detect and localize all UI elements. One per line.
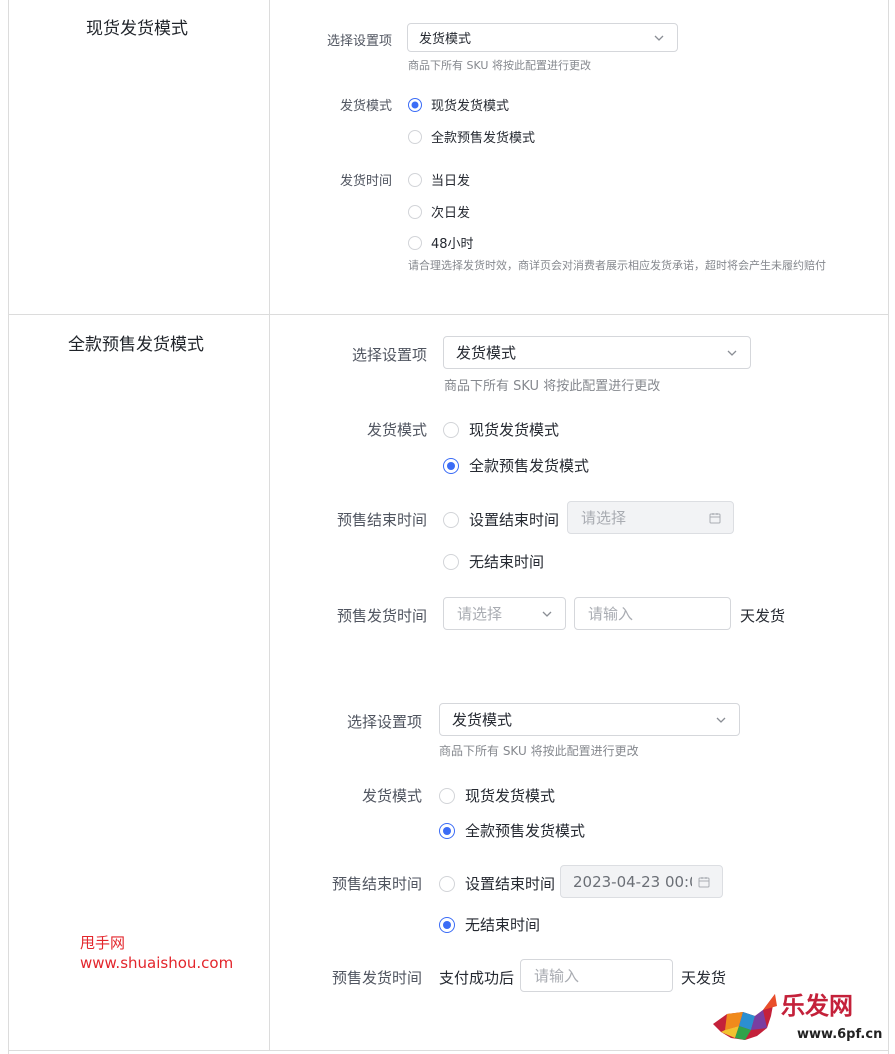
select-setting-label: 选择设置项: [326, 34, 392, 49]
watermark-url: www.shuaishou.com: [80, 954, 234, 972]
select-hint: 商品下所有 SKU 将按此配置进行更改: [439, 744, 639, 758]
radio-checked-icon: [439, 822, 455, 839]
radio-48h[interactable]: 48小时: [408, 233, 474, 252]
radio-label: 设置结束时间: [465, 875, 556, 893]
radio-label: 全款预售发货模式: [465, 822, 586, 840]
radio-label: 现货发货模式: [465, 787, 556, 805]
column-divider: [269, 0, 270, 1050]
radio-checked-icon: [443, 457, 459, 474]
radio-presale-mode[interactable]: 全款预售发货模式: [408, 127, 535, 146]
radio-unchecked-icon: [443, 553, 459, 570]
shipping-mode-label: 发货模式: [366, 421, 427, 439]
logo-url: www.6pf.cn: [797, 1027, 882, 1042]
calendar-icon: [698, 876, 710, 887]
radio-spot-mode[interactable]: 现货发货模式: [443, 419, 559, 440]
setting-select-value: 发货模式: [452, 711, 513, 729]
radio-label: 无结束时间: [465, 916, 541, 934]
radio-unchecked-icon: [408, 129, 422, 144]
radio-label: 当日发: [431, 174, 471, 189]
radio-label: 设置结束时间: [469, 511, 560, 529]
radio-presale-mode[interactable]: 全款预售发货模式: [439, 820, 585, 841]
radio-no-end-time[interactable]: 无结束时间: [443, 551, 544, 572]
end-date-picker[interactable]: 2023-04-23 00:00:00: [560, 865, 723, 898]
presale-end-label: 预售结束时间: [336, 511, 427, 529]
ship-days-placeholder: 请输入: [588, 605, 634, 623]
row-divider: [8, 314, 889, 315]
radio-label: 48小时: [431, 237, 474, 252]
logo-icon: 乐发网 www.6pf.cn: [713, 991, 882, 1042]
ship-days-input[interactable]: 请输入: [520, 959, 673, 992]
chevron-down-icon: [727, 350, 737, 356]
radio-unchecked-icon: [408, 172, 422, 187]
radio-next-day[interactable]: 次日发: [408, 202, 470, 221]
setting-select[interactable]: 发货模式: [439, 703, 740, 736]
select-hint: 商品下所有 SKU 将按此配置进行更改: [408, 59, 591, 72]
calendar-icon: [709, 512, 721, 523]
radio-unchecked-icon: [439, 875, 455, 892]
radio-unchecked-icon: [408, 235, 422, 250]
radio-set-end-time[interactable]: 设置结束时间: [443, 509, 559, 530]
ship-days-placeholder: 请输入: [534, 967, 580, 985]
radio-no-end-time[interactable]: 无结束时间: [439, 914, 540, 935]
radio-label: 无结束时间: [469, 553, 545, 571]
bottom-divider: [8, 1050, 889, 1051]
select-setting-label: 选择设置项: [346, 713, 422, 731]
ship-days-input[interactable]: 请输入: [574, 597, 731, 630]
ship-suffix: 天发货: [681, 969, 727, 987]
shipping-mode-label: 发货模式: [339, 99, 392, 114]
radio-spot-mode[interactable]: 现货发货模式: [408, 95, 509, 114]
radio-presale-mode[interactable]: 全款预售发货模式: [443, 455, 589, 476]
end-date-value: 2023-04-23 00:00:00: [573, 872, 692, 891]
section-title-presale: 全款预售发货模式: [68, 335, 204, 355]
ship-suffix: 天发货: [740, 607, 786, 625]
ship-type-placeholder: 请选择: [457, 605, 503, 623]
radio-label: 现货发货模式: [469, 421, 560, 439]
end-date-placeholder: 请选择: [581, 509, 627, 527]
radio-unchecked-icon: [439, 787, 455, 804]
radio-unchecked-icon: [443, 421, 459, 438]
radio-label: 全款预售发货模式: [469, 457, 590, 475]
radio-unchecked-icon: [408, 204, 422, 219]
ship-prefix: 支付成功后: [439, 969, 515, 987]
setting-select[interactable]: 发货模式: [407, 23, 678, 52]
radio-label: 全款预售发货模式: [431, 131, 536, 146]
radio-checked-icon: [439, 916, 455, 933]
chevron-down-icon: [542, 611, 552, 617]
end-date-picker[interactable]: 请选择: [567, 501, 734, 534]
presale-ship-label: 预售发货时间: [331, 969, 422, 987]
shipping-time-label: 发货时间: [339, 174, 392, 189]
radio-checked-icon: [408, 97, 422, 112]
radio-set-end-time[interactable]: 设置结束时间: [439, 873, 555, 894]
chevron-down-icon: [654, 35, 664, 41]
select-hint: 商品下所有 SKU 将按此配置进行更改: [444, 379, 661, 394]
ship-type-select[interactable]: 请选择: [443, 597, 566, 630]
presale-end-label: 预售结束时间: [331, 875, 422, 893]
shipping-mode-label: 发货模式: [361, 787, 422, 805]
section-title-spot: 现货发货模式: [86, 19, 188, 39]
radio-same-day[interactable]: 当日发: [408, 170, 470, 189]
shipping-time-hint: 请合理选择发货时效，商详页会对消费者展示相应发货承诺，超时将会产生未履约赔付: [408, 259, 826, 272]
setting-select-value: 发货模式: [456, 344, 517, 362]
select-setting-label: 选择设置项: [351, 346, 427, 364]
setting-select[interactable]: 发货模式: [443, 336, 751, 369]
radio-unchecked-icon: [443, 511, 459, 528]
radio-spot-mode[interactable]: 现货发货模式: [439, 785, 555, 806]
logo-text: 乐发网: [781, 991, 853, 1020]
watermark-name: 甩手网: [80, 934, 126, 952]
setting-select-value: 发货模式: [419, 32, 472, 47]
chevron-down-icon: [716, 717, 726, 723]
radio-label: 现货发货模式: [431, 99, 510, 114]
presale-ship-label: 预售发货时间: [336, 607, 427, 625]
radio-label: 次日发: [431, 206, 471, 221]
